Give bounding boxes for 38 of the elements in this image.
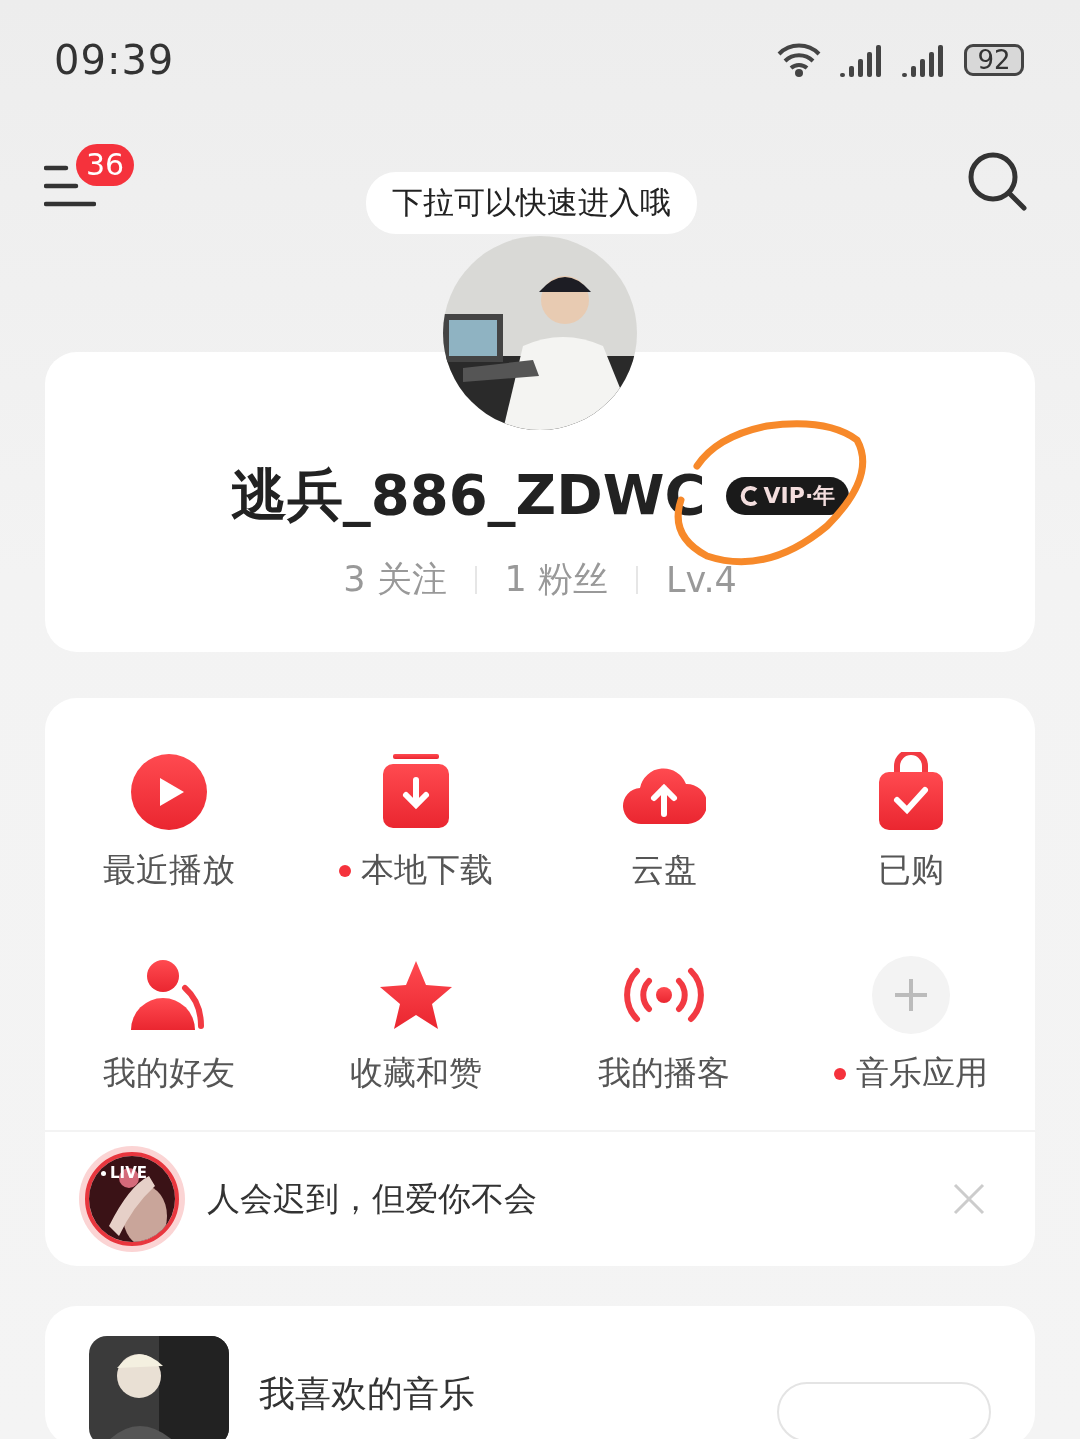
broadcast-icon xyxy=(622,965,705,1025)
live-banner[interactable]: LIVE 人会迟到，但爱你不会 xyxy=(45,1130,1035,1266)
shortcut-label: 收藏和赞 xyxy=(350,1052,483,1094)
live-dot-icon xyxy=(101,1170,106,1176)
live-title: 人会迟到，但爱你不会 xyxy=(207,1177,538,1220)
playlist-card[interactable]: 我喜欢的音乐 xyxy=(45,1306,1035,1439)
shortcut-button[interactable]: 音乐应用 xyxy=(787,953,1035,1096)
live-label: LIVE xyxy=(110,1164,147,1182)
vip-badge[interactable]: VIP·年 xyxy=(725,477,850,515)
shortcut-label: 音乐应用 xyxy=(856,1052,989,1094)
shortcut-button[interactable]: 我的好友 xyxy=(45,953,293,1096)
shortcut-button[interactable]: 已购 xyxy=(787,750,1035,893)
user-name[interactable]: 逃兵_886_ZDWC xyxy=(230,458,706,534)
signal-icon xyxy=(902,43,946,77)
shortcut-label: 本地下载 xyxy=(361,849,494,891)
shortcut-button[interactable]: 最近播放 xyxy=(45,750,293,893)
pull-down-tip: 下拉可以快速进入哦 xyxy=(366,172,697,234)
shortcut-button[interactable]: 收藏和赞 xyxy=(292,953,540,1096)
shortcut-label: 我的播客 xyxy=(597,1052,730,1094)
play-icon xyxy=(128,752,209,832)
search-icon[interactable] xyxy=(966,150,1028,212)
shortcut-button[interactable]: 本地下载 xyxy=(292,750,540,893)
shopping-bag-icon xyxy=(877,752,946,832)
shortcut-label: 已购 xyxy=(878,849,945,891)
wifi-icon xyxy=(776,42,822,78)
signal-icon xyxy=(840,43,884,77)
battery-level: 92 xyxy=(964,44,1024,76)
playlist-title: 我喜欢的音乐 xyxy=(259,1372,476,1416)
shortcut-label: 我的好友 xyxy=(102,1052,235,1094)
shortcut-button[interactable]: 云盘 xyxy=(540,750,788,893)
vip-logo-icon xyxy=(739,485,760,507)
shortcut-label: 最近播放 xyxy=(102,849,235,891)
notification-badge: 36 xyxy=(76,144,135,186)
shortcut-button[interactable]: 我的播客 xyxy=(540,953,788,1096)
status-time: 09:39 xyxy=(54,37,175,83)
add-icon xyxy=(871,955,952,1035)
vip-badge-text: VIP·年 xyxy=(763,482,836,510)
shortcut-label: 云盘 xyxy=(630,849,697,891)
